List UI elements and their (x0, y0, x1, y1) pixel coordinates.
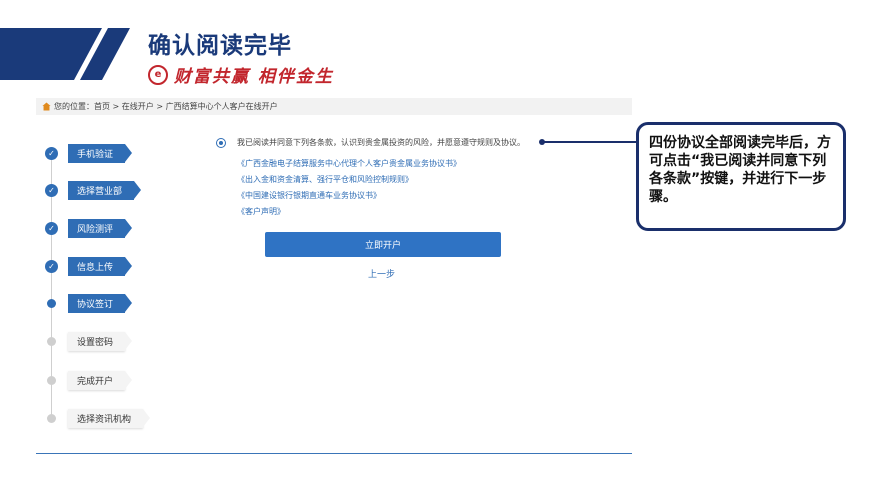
check-icon: ✓ (45, 147, 58, 160)
step-select-info-agency[interactable]: 选择资讯机构 (45, 409, 151, 428)
step-label: 设置密码 (68, 332, 133, 351)
pending-step-dot (47, 414, 56, 423)
brand-logo-icon: e (148, 64, 168, 85)
breadcrumb: 您的位置：首页 > 在线开户 > 广西结算中心个人客户在线开户 (36, 98, 632, 115)
step-complete-account[interactable]: 完成开户 (45, 371, 133, 390)
step-info-upload[interactable]: ✓ 信息上传 (45, 257, 133, 276)
callout-box: 四份协议全部阅读完毕后，方可点击“我已阅读并同意下列各条款”按键，并进行下一步骤… (636, 122, 846, 231)
breadcrumb-text: 您的位置：首页 > 在线开户 > 广西结算中心个人客户在线开户 (54, 102, 278, 111)
check-icon: ✓ (45, 184, 58, 197)
callout-connector-dot (539, 139, 545, 145)
step-phone-verify[interactable]: ✓ 手机验证 (45, 144, 133, 163)
check-icon: ✓ (45, 222, 58, 235)
slogan-text: 财富共赢 相伴金生 (174, 67, 334, 87)
doc-link-ccb-agreement[interactable]: 《中国建设银行银期直通车业务协议书》 (237, 190, 381, 201)
step-label: 信息上传 (68, 257, 133, 276)
agree-radio[interactable] (216, 138, 226, 148)
step-label: 协议签订 (68, 294, 133, 313)
doc-link-agency-agreement[interactable]: 《广西金融电子结算服务中心代理个人客户贵金属业务协议书》 (237, 158, 461, 169)
step-label: 手机验证 (68, 144, 133, 163)
slide-title: 确认阅读完毕 (148, 33, 292, 59)
step-agreement-sign[interactable]: 协议签订 (45, 294, 133, 313)
step-set-password[interactable]: 设置密码 (45, 332, 133, 351)
panel-bottom-divider (36, 453, 632, 454)
home-icon[interactable] (42, 102, 51, 111)
step-label: 完成开户 (68, 371, 133, 390)
pending-step-dot (47, 376, 56, 385)
step-select-branch[interactable]: ✓ 选择营业部 (45, 181, 142, 200)
slogan: e 财富共赢 相伴金生 (148, 62, 334, 87)
step-label: 风险测评 (68, 219, 133, 238)
step-label: 选择营业部 (68, 181, 142, 200)
step-label: 选择资讯机构 (68, 409, 151, 428)
agree-text: 我已阅读并同意下列各条款，认识到贵金属投资的风险，并愿意遵守规则及协议。 (237, 138, 525, 147)
back-link[interactable]: 上一步 (368, 267, 395, 280)
check-icon: ✓ (45, 260, 58, 273)
open-account-button[interactable]: 立即开户 (265, 232, 501, 257)
header-stripe-decoration (0, 28, 130, 80)
callout-connector (540, 141, 636, 143)
doc-link-customer-statement[interactable]: 《客户声明》 (237, 206, 285, 217)
current-step-dot (47, 299, 56, 308)
callout-text: 四份协议全部阅读完毕后，方可点击“我已阅读并同意下列各条款”按键，并进行下一步骤… (649, 135, 831, 205)
pending-step-dot (47, 337, 56, 346)
step-risk-assessment[interactable]: ✓ 风险测评 (45, 219, 133, 238)
doc-link-clearing-rules[interactable]: 《出入金和资金清算、强行平仓和风险控制规则》 (237, 174, 413, 185)
